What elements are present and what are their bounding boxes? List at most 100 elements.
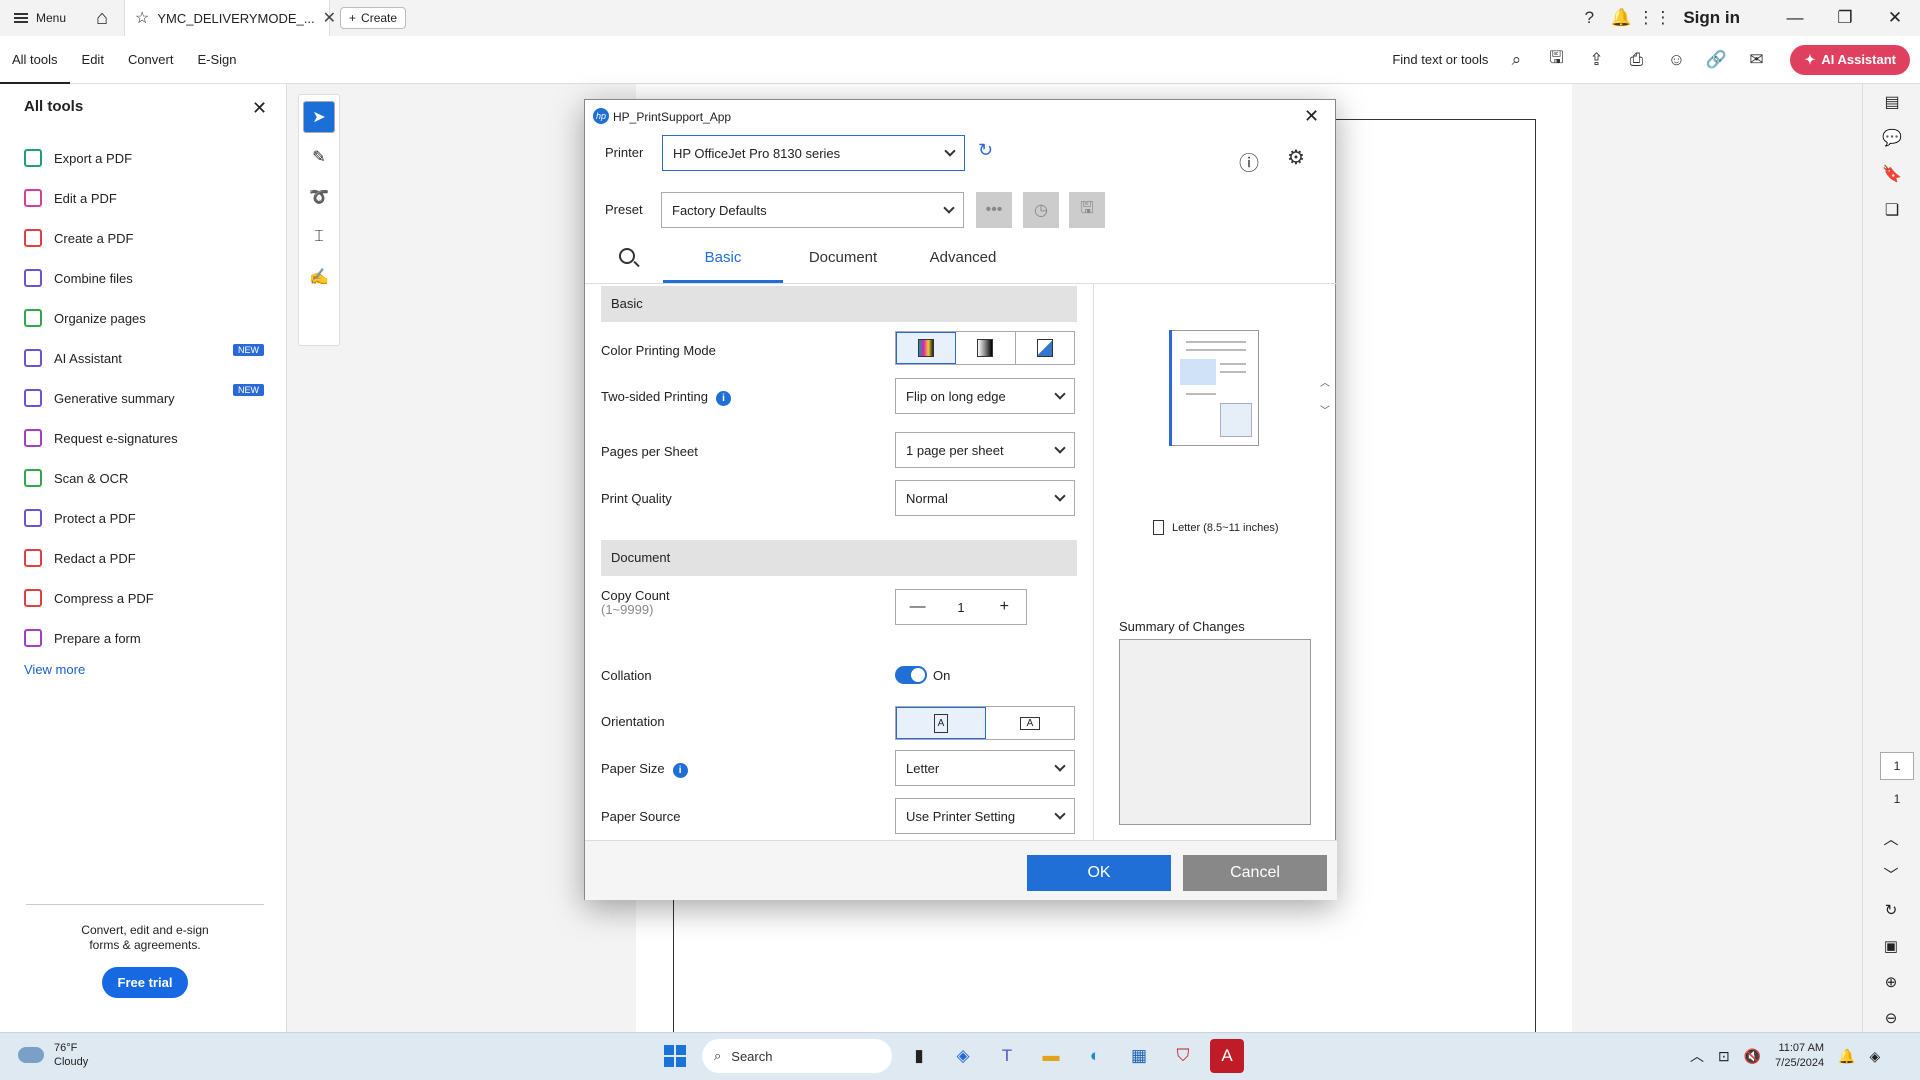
search-icon[interactable] — [619, 248, 635, 264]
orientation-portrait[interactable]: A — [896, 707, 986, 739]
teams-icon[interactable]: T — [990, 1039, 1024, 1073]
taskbar-search[interactable]: ⌕ Search — [702, 1039, 892, 1073]
store-icon[interactable]: ▦ — [1122, 1039, 1156, 1073]
clock[interactable]: 11:07 AM 7/25/2024 — [1775, 1041, 1824, 1071]
tool-item-redact-a-pdf[interactable]: Redact a PDF — [24, 538, 264, 578]
menu-button[interactable]: Menu — [0, 0, 80, 36]
tool-item-ai-assistant[interactable]: AI Assistant NEW — [24, 338, 264, 378]
acrobat-icon[interactable]: A — [1210, 1039, 1244, 1073]
tool-item-create-a-pdf[interactable]: Create a PDF — [24, 218, 264, 258]
volume-muted-icon[interactable]: 🔇 — [1744, 1048, 1761, 1065]
find-text-label[interactable]: Find text or tools — [1392, 52, 1488, 67]
search-icon[interactable]: ⌕ — [1496, 50, 1536, 70]
tab-advanced[interactable]: Advanced — [903, 234, 1023, 283]
tool-item-scan-ocr[interactable]: Scan & OCR — [24, 458, 264, 498]
page-up-icon[interactable]: ︿ — [1862, 820, 1920, 856]
link-icon[interactable]: 🔗 — [1696, 50, 1736, 70]
ok-button[interactable]: OK — [1027, 855, 1171, 891]
text-select-icon[interactable]: ⌶ — [303, 221, 335, 253]
page-fit-icon[interactable]: ▣ — [1862, 928, 1920, 964]
upload-cloud-icon[interactable]: ⇪ — [1576, 50, 1616, 70]
copilot-icon[interactable]: ◈ — [946, 1039, 980, 1073]
tool-item-protect-a-pdf[interactable]: Protect a PDF — [24, 498, 264, 538]
tool-item-generative-summary[interactable]: Generative summary NEW — [24, 378, 264, 418]
save-icon[interactable]: 🖫 — [1536, 45, 1576, 74]
sign-in-link[interactable]: Sign in — [1683, 8, 1740, 28]
mail-icon[interactable]: ✉ — [1736, 50, 1776, 70]
sign-icon[interactable]: ✍ — [303, 261, 335, 293]
refresh-icon[interactable]: ↻ — [978, 140, 993, 161]
info-icon[interactable]: i — [672, 763, 688, 778]
dialog-close-icon[interactable]: ✕ — [1304, 106, 1319, 127]
tool-item-export-a-pdf[interactable]: Export a PDF — [24, 138, 264, 178]
tool-item-request-e-signatures[interactable]: Request e-signatures — [24, 418, 264, 458]
decrement-button[interactable]: — — [896, 598, 939, 616]
close-panel-icon[interactable]: ✕ — [252, 98, 267, 119]
select-tool-icon[interactable]: ➤ — [303, 101, 335, 133]
notification-bell-icon[interactable]: 🔔 — [1838, 1048, 1855, 1065]
gear-icon[interactable]: ⚙ — [1287, 145, 1305, 170]
page-down-icon[interactable]: ﹀ — [1862, 856, 1920, 892]
restore-icon[interactable]: ❐ — [1820, 8, 1870, 28]
printer-select[interactable]: HP OfficeJet Pro 8130 series — [662, 135, 965, 171]
two-sided-select[interactable]: Flip on long edge — [895, 378, 1075, 414]
star-icon[interactable]: ☆ — [135, 8, 149, 28]
tab-basic[interactable]: Basic — [663, 234, 783, 283]
view-more-link[interactable]: View more — [24, 662, 85, 677]
zoom-out-icon[interactable]: ⊖ — [1862, 1000, 1920, 1036]
more-options-icon[interactable]: ••• — [976, 192, 1012, 228]
zoom-in-icon[interactable]: ⊕ — [1862, 964, 1920, 1000]
file-explorer-icon[interactable]: ▬ — [1034, 1039, 1068, 1073]
menu-esign[interactable]: E-Sign — [185, 36, 248, 84]
pen-icon[interactable]: ✎ — [303, 141, 335, 173]
menu-all-tools[interactable]: All tools — [0, 38, 70, 84]
windows-start-icon[interactable] — [658, 1039, 692, 1073]
info-icon[interactable]: i — [715, 391, 731, 406]
weather-widget[interactable]: 76°F Cloudy — [18, 1041, 88, 1069]
tool-item-edit-a-pdf[interactable]: Edit a PDF — [24, 178, 264, 218]
home-icon[interactable]: ⌂ — [80, 0, 124, 36]
paper-size-select[interactable]: Letter — [895, 750, 1075, 786]
pages-icon[interactable]: ❏ — [1863, 192, 1920, 228]
task-view-icon[interactable]: ▮ — [902, 1039, 936, 1073]
info-icon[interactable]: ⓘ — [1239, 147, 1259, 176]
mcafee-icon[interactable]: ⛉ — [1166, 1039, 1200, 1073]
rotate-icon[interactable]: ↻ — [1862, 892, 1920, 928]
free-trial-button[interactable]: Free trial — [101, 967, 189, 998]
tool-item-prepare-a-form[interactable]: Prepare a form — [24, 618, 264, 658]
ai-assistant-button[interactable]: ✦ AI Assistant — [1790, 44, 1910, 75]
paper-source-select[interactable]: Use Printer Setting — [895, 798, 1075, 834]
tab-document[interactable]: Document — [783, 234, 903, 283]
print-icon[interactable]: ⎙ — [1616, 50, 1656, 70]
tool-item-compress-a-pdf[interactable]: Compress a PDF — [24, 578, 264, 618]
close-window-icon[interactable]: ✕ — [1870, 8, 1920, 28]
cancel-button[interactable]: Cancel — [1183, 855, 1327, 891]
close-tab-icon[interactable]: ✕ — [323, 8, 336, 28]
share-user-icon[interactable]: ☺ — [1656, 50, 1696, 70]
edge-icon[interactable]: ◐ — [1078, 1039, 1112, 1073]
preset-select[interactable]: Factory Defaults — [661, 192, 964, 228]
bell-icon[interactable]: 🔔 — [1605, 8, 1637, 28]
document-tab[interactable]: ☆ YMC_DELIVERYMODE_... ✕ — [124, 0, 336, 36]
current-page-input[interactable]: 1 — [1880, 752, 1914, 780]
color-mode-grayscale[interactable] — [956, 332, 1016, 364]
network-icon[interactable]: ⊡ — [1718, 1048, 1730, 1065]
pages-per-sheet-select[interactable]: 1 page per sheet — [895, 432, 1075, 468]
collation-toggle[interactable] — [895, 666, 927, 684]
create-button[interactable]: + Create — [340, 7, 407, 29]
scroll-arrows[interactable]: ︿ ﹀ — [1320, 370, 1330, 426]
reset-preset-icon[interactable]: ◷ — [1023, 192, 1059, 228]
tool-item-organize-pages[interactable]: Organize pages — [24, 298, 264, 338]
save-preset-icon[interactable]: 🖫 — [1069, 192, 1105, 228]
lasso-icon[interactable]: ➰ — [303, 181, 335, 213]
minimize-icon[interactable]: — — [1770, 8, 1820, 28]
document-panel-icon[interactable]: ▤ — [1863, 84, 1920, 120]
copy-count-value[interactable]: 1 — [939, 600, 982, 615]
tool-item-combine-files[interactable]: Combine files — [24, 258, 264, 298]
apps-grid-icon[interactable]: ⋮⋮ — [1637, 8, 1671, 28]
copilot-tray-icon[interactable]: ◈ — [1870, 1048, 1881, 1065]
color-mode-auto[interactable] — [1016, 332, 1074, 364]
chevron-up-icon[interactable]: ︿ — [1690, 1046, 1704, 1066]
increment-button[interactable]: + — [983, 598, 1026, 616]
color-mode-color[interactable] — [896, 332, 957, 364]
